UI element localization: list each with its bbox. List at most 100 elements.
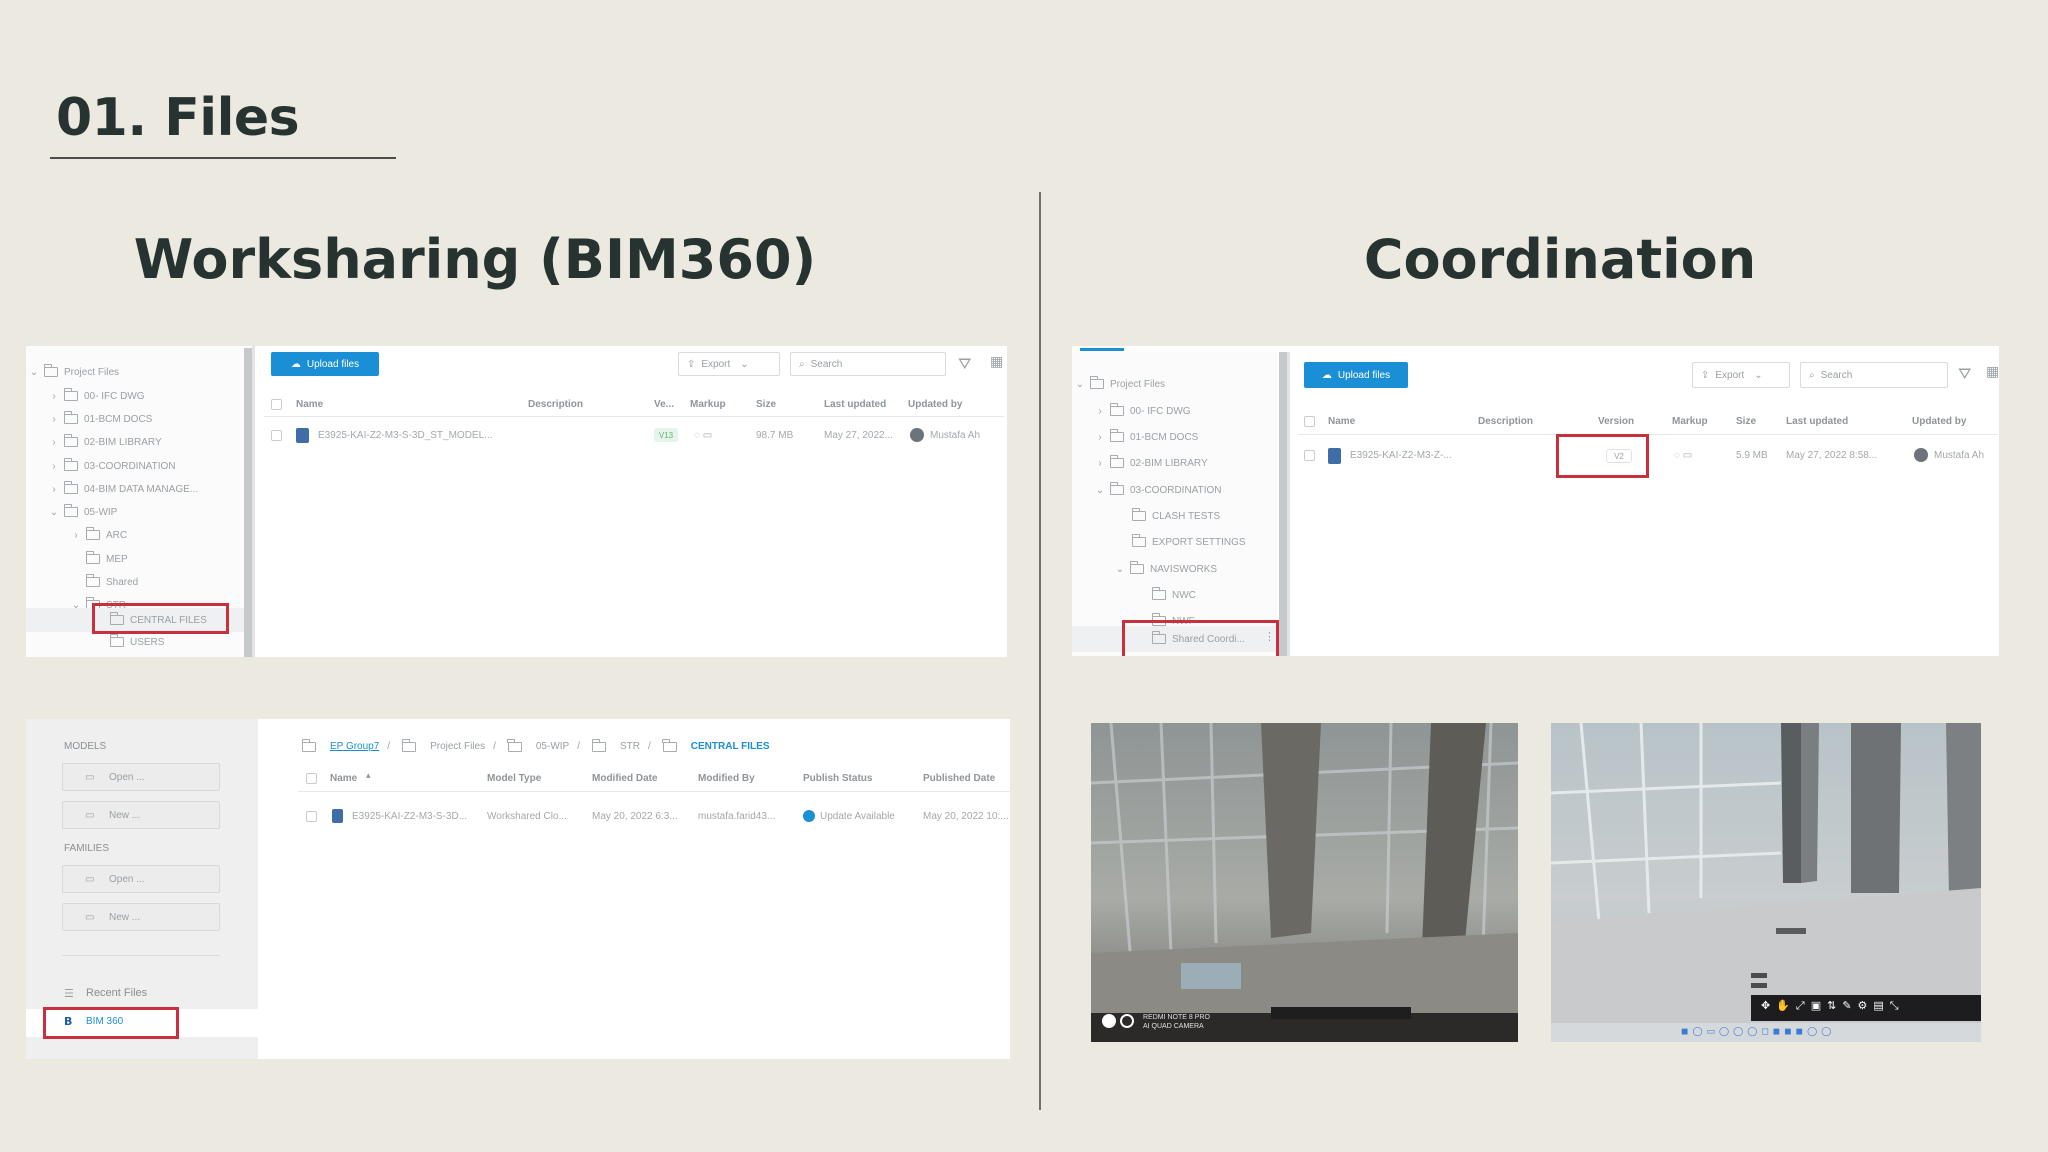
search-input[interactable]: ⌕ Search <box>790 352 946 376</box>
file-name[interactable]: E3925-KAI-Z2-M3-S-3D... <box>352 811 467 822</box>
column-header[interactable]: Size <box>1736 416 1756 427</box>
taskbar-icons[interactable]: ◼◯▭◯◯◯◻◼◼◼◯◯ <box>1681 1027 1835 1037</box>
tree-item[interactable]: › 00- IFC DWG <box>1094 401 1191 421</box>
folder-icon <box>63 458 78 471</box>
new-family-button[interactable]: ▭ New ... <box>62 903 220 931</box>
revit-home-screenshot: MODELS ▭ Open ... ▭ New ... FAMILIES ▭ Open… <box>26 719 1010 1059</box>
update-available-icon <box>803 810 815 822</box>
pane-splitter[interactable] <box>1287 352 1290 656</box>
tree-item[interactable]: › 00- IFC DWG <box>48 386 145 406</box>
tree-item[interactable]: ⌄ NAVISWORKS <box>1114 559 1217 579</box>
open-family-button[interactable]: ▭ Open ... <box>62 865 220 893</box>
markup-icon[interactable]: ◌ ▭ <box>1674 450 1692 461</box>
tree-root[interactable]: ⌄ Project Files <box>1074 374 1165 394</box>
breadcrumb-item[interactable]: 05-WIP <box>536 741 569 752</box>
row-checkbox[interactable] <box>271 430 282 441</box>
sort-ascending-icon: ▴ <box>366 771 371 781</box>
tree-item[interactable]: USERS <box>106 632 164 652</box>
tree-item[interactable]: Shared <box>82 572 138 592</box>
tree-item[interactable]: CLASH TESTS <box>1128 506 1220 526</box>
folder-icon <box>63 411 78 424</box>
breadcrumb: EP Group7/ Project Files/ 05-WIP / STR / C… <box>298 738 770 752</box>
new-model-button[interactable]: ▭ New ... <box>62 801 220 829</box>
folder-icon <box>43 364 58 377</box>
breadcrumb-item[interactable]: EP Group7 <box>330 741 379 752</box>
chevron-down-icon: ⌄ <box>740 358 749 370</box>
column-header[interactable]: Description <box>528 399 583 410</box>
chevron-down-icon: ⌄ <box>1754 369 1763 381</box>
column-header[interactable]: Last updated <box>824 399 886 410</box>
folder-icon <box>1109 455 1124 468</box>
tree-item[interactable]: › ARC <box>70 525 127 545</box>
breadcrumb-item[interactable]: Project Files <box>430 741 485 752</box>
export-button[interactable]: ⇪ Export ⌄ <box>1692 362 1790 388</box>
column-header[interactable]: Name <box>330 773 357 784</box>
navigation-toolbar[interactable]: ✥✋⤢▣⇅✎⚙▤⤡ <box>1761 999 1905 1013</box>
row-checkbox[interactable] <box>1304 450 1315 461</box>
upload-files-button[interactable]: ☁ Upload files <box>1304 362 1408 388</box>
tree-item[interactable]: EXPORT SETTINGS <box>1128 532 1246 552</box>
recent-files-icon: ☰ <box>64 987 74 1000</box>
column-header[interactable]: Updated by <box>908 399 962 410</box>
tree-item[interactable]: ⌄ 03-COORDINATION <box>1094 480 1222 500</box>
select-all-checkbox[interactable] <box>306 773 317 784</box>
column-header[interactable]: Last updated <box>1786 416 1848 427</box>
tree-item[interactable]: MEP <box>82 549 128 569</box>
settings-icon[interactable]: ▦ <box>1986 364 1999 380</box>
column-header[interactable]: Published Date <box>923 773 995 784</box>
published-date: May 20, 2022 10:... <box>923 811 1009 822</box>
revit-file-icon <box>296 428 309 443</box>
select-all-checkbox[interactable] <box>271 399 282 410</box>
select-all-checbox[interactable] <box>1304 416 1315 427</box>
column-header[interactable]: Modified Date <box>592 773 658 784</box>
tree-item[interactable]: › 04-BIM DATA MANAGE... <box>48 479 198 499</box>
column-header[interactable]: Description <box>1478 416 1533 427</box>
avatar <box>910 428 924 442</box>
pane-splitter[interactable] <box>252 346 255 657</box>
tree-root[interactable]: ⌄ Project Files <box>28 362 119 382</box>
tree-item[interactable]: › 01-BCM DOCS <box>1094 427 1198 447</box>
markup-icon[interactable]: ◌ ▭ <box>694 430 712 441</box>
folder-open-icon: ▭ <box>85 873 95 885</box>
file-name[interactable]: E3925-KAI-Z2-M3-S-3D_ST_MODEL... <box>318 430 493 441</box>
tree-item[interactable]: › 01-BCM DOCS <box>48 409 152 429</box>
column-header[interactable]: Updated by <box>1912 416 1966 427</box>
new-file-icon: ▭ <box>85 809 95 821</box>
upload-files-button[interactable]: ☁ Upload files <box>271 352 379 376</box>
navisworks-render-photo-1: REDMI NOTE 8 PRO AI QUAD CAMERA <box>1091 723 1518 1042</box>
highlight-version <box>1556 434 1649 478</box>
column-header[interactable]: Markup <box>690 399 726 410</box>
file-name[interactable]: E3925-KAI-Z2-M3-Z-... <box>1350 450 1452 461</box>
column-header[interactable]: Publish Status <box>803 773 872 784</box>
tree-item[interactable]: › 02-BIM LIBRARY <box>48 432 162 452</box>
tree-item[interactable]: ⌄ 05-WIP <box>48 502 117 522</box>
column-header[interactable]: Markup <box>1672 416 1708 427</box>
title-underline <box>50 157 396 159</box>
tree-item[interactable]: › 03-COORDINATION <box>48 456 176 476</box>
breadcrumb-item[interactable]: STR <box>620 741 640 752</box>
tree-scrollbar[interactable] <box>1279 352 1287 656</box>
header-divider <box>264 416 1004 417</box>
export-button[interactable]: ⇪ Export ⌄ <box>678 352 780 376</box>
tree-item[interactable]: › 02-BIM LIBRARY <box>1094 453 1208 473</box>
recent-files-link[interactable]: Recent Files <box>86 987 147 999</box>
filter-icon[interactable]: ⛛ <box>1958 364 1971 384</box>
column-header[interactable]: Modified By <box>698 773 755 784</box>
column-header[interactable]: Size <box>756 399 776 410</box>
folder-icon <box>507 738 522 752</box>
open-model-button[interactable]: ▭ Open ... <box>62 763 220 791</box>
filter-icon[interactable]: ⛛ <box>958 354 971 374</box>
tree-scrollbar[interactable] <box>244 348 252 657</box>
column-header[interactable]: Model Type <box>487 773 541 784</box>
column-header[interactable]: Ve... <box>654 399 674 410</box>
version-badge[interactable]: V13 <box>654 428 678 442</box>
column-header[interactable]: Name <box>296 399 323 410</box>
folder-icon <box>109 634 124 647</box>
tree-item[interactable]: NWC <box>1148 585 1196 605</box>
column-header[interactable]: Version <box>1598 416 1634 427</box>
search-input[interactable]: ⌕ Search <box>1800 362 1948 388</box>
settings-icon[interactable]: ▦ <box>990 354 1003 370</box>
column-header[interactable]: Name <box>1328 416 1355 427</box>
row-checkbox[interactable] <box>306 811 317 822</box>
publish-status[interactable]: Update Available <box>820 811 895 822</box>
